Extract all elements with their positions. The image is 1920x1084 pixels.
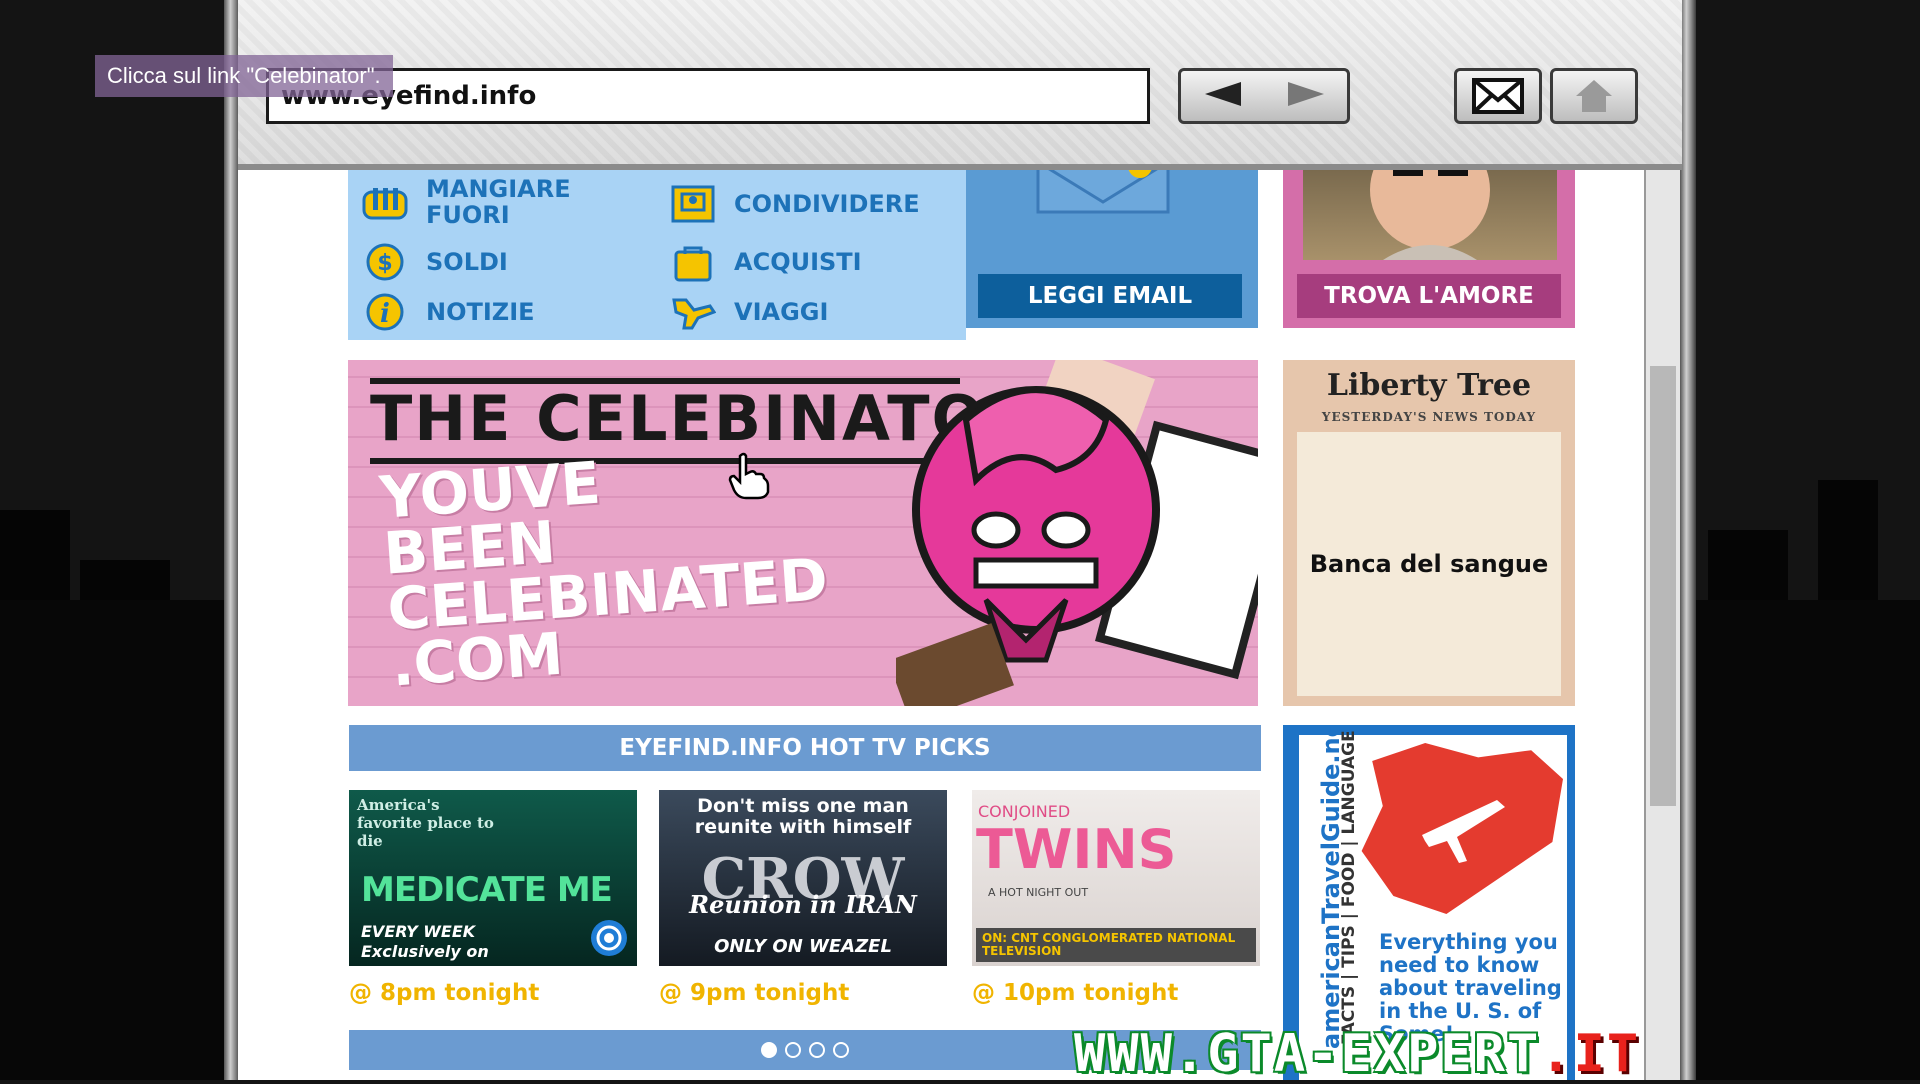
carousel-dot-4[interactable]	[833, 1042, 849, 1058]
page-scrollbar[interactable]	[1644, 170, 1680, 1080]
carousel-dot-1[interactable]	[761, 1042, 777, 1058]
tv-time-10pm: @ 10pm tonight	[972, 980, 1179, 1006]
city-skyline-left	[0, 510, 232, 1080]
carousel-dot-3[interactable]	[809, 1042, 825, 1058]
category-notizie[interactable]: i NOTIZIE	[362, 292, 535, 332]
svg-text:$: $	[377, 251, 392, 276]
instruction-hint: Clicca sul link "Celebinator".	[95, 55, 393, 97]
category-acquisti[interactable]: ACQUISTI	[670, 242, 862, 282]
city-skyline-right	[1688, 480, 1920, 1080]
email-widget: LEGGI EMAIL	[966, 170, 1258, 328]
tv-card-crow[interactable]: Don't miss one man reunite with himself …	[659, 790, 947, 966]
tv-card-medicate-me[interactable]: America's favorite place to die MEDICATE…	[349, 790, 637, 966]
scrollbar-thumb[interactable]	[1650, 366, 1676, 806]
category-menu: MANGIARE FUORI CONDIVIDERE $ SOLDI ACQUI…	[348, 170, 966, 340]
tv-card-conjoined-twins[interactable]: CONJOINED TWINS A HOT NIGHT OUT ON: CNT …	[972, 790, 1260, 966]
hand-cursor-icon	[728, 452, 770, 500]
dating-profile-photo	[1303, 170, 1557, 260]
travel-guide-topics: FACTS | TIPS | FOOD | LANGUAGE	[1339, 730, 1359, 1045]
liberty-tree-headline[interactable]: Banca del sangue	[1297, 432, 1561, 696]
envelope-icon	[1472, 78, 1524, 114]
tv-time-8pm: @ 8pm tonight	[349, 980, 540, 1006]
browser-toolbar: www.eyefind.info	[238, 0, 1682, 170]
airplane-icon	[1422, 800, 1505, 863]
dollar-icon: $	[362, 242, 408, 282]
find-love-button[interactable]: TROVA L'AMORE	[1297, 274, 1561, 318]
forward-button[interactable]	[1286, 80, 1326, 112]
nav-buttons	[1178, 68, 1350, 124]
home-icon	[1576, 80, 1612, 112]
watermark: WWW.GTA-EXPERT.IT	[1074, 1024, 1641, 1084]
category-viaggi[interactable]: VIAGGI	[670, 292, 828, 332]
web-page: MANGIARE FUORI CONDIVIDERE $ SOLDI ACQUI…	[238, 170, 1644, 1080]
arrow-left-icon	[1204, 82, 1241, 106]
celebinator-banner-link[interactable]: THE CELEBINATOR YOUVE BEEN CELEBINATED .…	[348, 360, 1258, 706]
category-soldi[interactable]: $ SOLDI	[362, 242, 508, 282]
category-condividere[interactable]: CONDIVIDERE	[670, 184, 920, 224]
banner-subtitle: YOUVE BEEN CELEBINATED .COM	[377, 448, 830, 700]
love-widget: TROVA L'AMORE	[1283, 170, 1575, 328]
browser-frame-right	[1680, 0, 1696, 1080]
envelope-icon	[1036, 170, 1170, 214]
carousel-dot-2[interactable]	[785, 1042, 801, 1058]
celebinator-mascot-illustration	[896, 360, 1258, 706]
arrow-right-icon	[1287, 82, 1324, 106]
shopping-bag-icon	[670, 242, 716, 282]
info-icon: i	[362, 292, 408, 332]
liberty-tree-widget: Liberty Tree YESTERDAY'S NEWS TODAY Banc…	[1283, 360, 1575, 706]
airplane-icon	[670, 292, 716, 332]
share-frame-icon	[670, 184, 716, 224]
swirl-logo-icon	[591, 920, 627, 956]
tv-time-9pm: @ 9pm tonight	[659, 980, 850, 1006]
liberty-tree-tagline: YESTERDAY'S NEWS TODAY	[1321, 410, 1537, 424]
svg-text:i: i	[380, 299, 390, 329]
home-button[interactable]	[1550, 68, 1638, 124]
liberty-tree-logo: Liberty Tree	[1326, 368, 1532, 403]
read-email-button[interactable]: LEGGI EMAIL	[978, 274, 1242, 318]
fork-knife-icon	[362, 182, 408, 222]
address-bar[interactable]: www.eyefind.info	[266, 68, 1150, 124]
tv-picks-header: EYEFIND.INFO HOT TV PICKS	[349, 725, 1261, 771]
back-button[interactable]	[1203, 80, 1243, 112]
mail-button[interactable]	[1454, 68, 1542, 124]
category-mangiare-fuori[interactable]: MANGIARE FUORI	[362, 176, 586, 228]
